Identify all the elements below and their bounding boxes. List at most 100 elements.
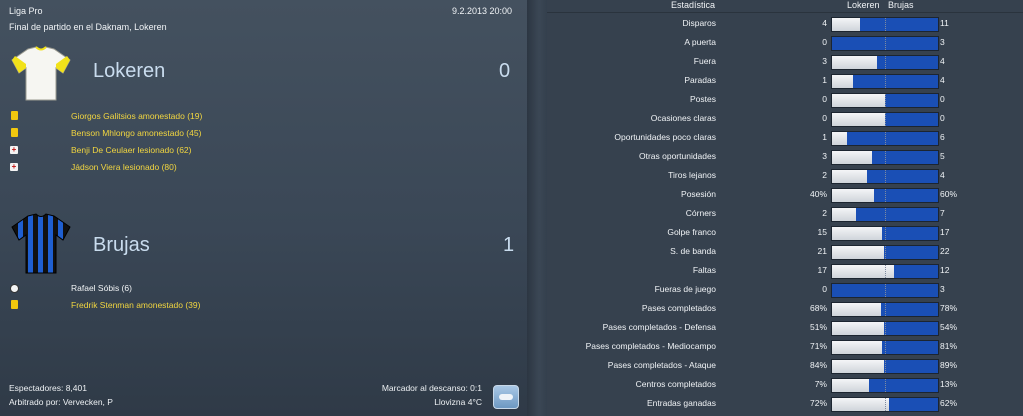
stat-home-value: 0 xyxy=(822,94,827,104)
stat-home-value: 17 xyxy=(817,265,827,275)
stat-row[interactable]: S. de banda 21 22 xyxy=(547,242,1023,261)
home-team-name[interactable]: Lokeren xyxy=(93,60,165,83)
stat-home-fill xyxy=(832,132,847,145)
stat-comparison-bar xyxy=(831,283,939,298)
stat-row[interactable]: Faltas 17 12 xyxy=(547,261,1023,280)
league-name[interactable]: Liga Pro xyxy=(9,6,43,16)
away-kit-icon xyxy=(11,213,71,274)
stat-bar-midline xyxy=(885,341,886,354)
event-item[interactable]: Giorgos Galitsios amonestado (19) xyxy=(71,111,202,121)
stat-bar-midline xyxy=(885,284,886,297)
event-item[interactable]: Benji De Ceulaer lesionado (62) xyxy=(71,145,192,155)
stat-home-fill xyxy=(832,113,885,126)
stat-row[interactable]: Postes 0 0 xyxy=(547,90,1023,109)
weather-icon xyxy=(493,385,519,409)
stat-comparison-bar xyxy=(831,378,939,393)
stats-header-home[interactable]: Lokeren xyxy=(847,0,880,12)
stat-home-fill xyxy=(832,303,881,316)
stat-comparison-bar xyxy=(831,169,939,184)
stat-home-fill xyxy=(832,246,884,259)
stat-comparison-bar xyxy=(831,17,939,32)
stat-home-fill xyxy=(832,170,867,183)
stat-label: Entradas ganadas xyxy=(647,398,716,408)
stat-away-value: 60% xyxy=(940,189,958,199)
stat-row[interactable]: Pases completados - Ataque 84% 89% xyxy=(547,356,1023,375)
stat-row[interactable]: Pases completados - Defensa 51% 54% xyxy=(547,318,1023,337)
stat-row[interactable]: Pases completados 68% 78% xyxy=(547,299,1023,318)
stat-comparison-bar xyxy=(831,302,939,317)
stat-label: Pases completados - Ataque xyxy=(607,360,716,370)
stat-away-value: 7 xyxy=(940,208,945,218)
stat-label: Centros completados xyxy=(635,379,716,389)
stat-row[interactable]: Posesión 40% 60% xyxy=(547,185,1023,204)
stat-row[interactable]: Disparos 4 11 xyxy=(547,14,1023,33)
stat-label: Tiros lejanos xyxy=(668,170,716,180)
stat-away-value: 4 xyxy=(940,56,945,66)
stat-label: Disparos xyxy=(682,18,716,28)
stat-label: Pases completados - Defensa xyxy=(602,322,716,332)
stat-row[interactable]: Oportunidades poco claras 1 6 xyxy=(547,128,1023,147)
stat-row[interactable]: Tiros lejanos 2 4 xyxy=(547,166,1023,185)
stat-home-value: 2 xyxy=(822,208,827,218)
referee[interactable]: Arbitrado por: Vervecken, P xyxy=(9,397,113,407)
event-item[interactable]: Benson Mhlongo amonestado (45) xyxy=(71,128,201,138)
stat-home-fill xyxy=(832,398,889,411)
match-venue: Final de partido en el Daknam, Lokeren xyxy=(9,22,167,32)
event-item[interactable]: Fredrik Stenman amonestado (39) xyxy=(71,300,200,310)
stat-away-value: 11 xyxy=(940,18,949,28)
stat-bar-midline xyxy=(885,37,886,50)
stat-home-value: 51% xyxy=(809,322,827,332)
stat-comparison-bar xyxy=(831,188,939,203)
stat-home-fill xyxy=(832,18,860,31)
stat-row[interactable]: Fueras de juego 0 3 xyxy=(547,280,1023,299)
stat-comparison-bar xyxy=(831,245,939,260)
stat-row[interactable]: Córners 2 7 xyxy=(547,204,1023,223)
stat-row[interactable]: Otras oportunidades 3 5 xyxy=(547,147,1023,166)
stat-label: Pases completados - Mediocampo xyxy=(585,341,716,351)
stat-bar-midline xyxy=(885,56,886,69)
stat-home-value: 0 xyxy=(822,113,827,123)
stat-label: Ocasiones claras xyxy=(650,113,716,123)
stat-row[interactable]: Pases completados - Mediocampo 71% 81% xyxy=(547,337,1023,356)
away-team-name[interactable]: Brujas xyxy=(93,234,150,257)
stat-home-value: 4 xyxy=(822,18,827,28)
weather-text: Llovizna 4°C xyxy=(434,397,482,407)
stat-bar-midline xyxy=(885,189,886,202)
stat-row[interactable]: Entradas ganadas 72% 62% xyxy=(547,394,1023,413)
stat-comparison-bar xyxy=(831,397,939,412)
stat-away-value: 81% xyxy=(940,341,958,351)
stat-comparison-bar xyxy=(831,359,939,374)
stat-comparison-bar xyxy=(831,207,939,222)
stat-home-fill xyxy=(832,360,884,373)
stat-home-value: 72% xyxy=(809,398,827,408)
stat-home-fill xyxy=(832,208,856,221)
stat-away-value: 22 xyxy=(940,246,950,256)
stat-comparison-bar xyxy=(831,131,939,146)
stat-home-value: 7% xyxy=(814,379,827,389)
panel-divider xyxy=(527,0,547,416)
stat-home-value: 3 xyxy=(822,56,827,66)
stat-label: Postes xyxy=(690,94,716,104)
stat-home-value: 0 xyxy=(822,284,827,294)
stat-row[interactable]: Golpe franco 15 17 xyxy=(547,223,1023,242)
stat-row[interactable]: Ocasiones claras 0 0 xyxy=(547,109,1023,128)
yellow-card-icon xyxy=(11,300,18,309)
stats-header-away[interactable]: Brujas xyxy=(888,0,914,12)
event-item[interactable]: Rafael Sóbis (6) xyxy=(71,283,132,293)
stat-row[interactable]: Centros completados 7% 13% xyxy=(547,375,1023,394)
stat-home-fill xyxy=(832,75,853,88)
injury-icon: + xyxy=(10,145,18,154)
stat-home-value: 1 xyxy=(822,75,827,85)
stat-bar-midline xyxy=(885,113,886,126)
goal-ball-icon xyxy=(10,284,19,293)
stat-home-fill xyxy=(832,189,874,202)
stat-row[interactable]: A puerta 0 3 xyxy=(547,33,1023,52)
stat-bar-midline xyxy=(885,303,886,316)
stat-row[interactable]: Fuera 3 4 xyxy=(547,52,1023,71)
event-item[interactable]: Jádson Viera lesionado (80) xyxy=(71,162,177,172)
stat-home-value: 71% xyxy=(809,341,827,351)
stat-home-value: 40% xyxy=(809,189,827,199)
stat-comparison-bar xyxy=(831,264,939,279)
stat-row[interactable]: Paradas 1 4 xyxy=(547,71,1023,90)
stat-bar-midline xyxy=(885,151,886,164)
